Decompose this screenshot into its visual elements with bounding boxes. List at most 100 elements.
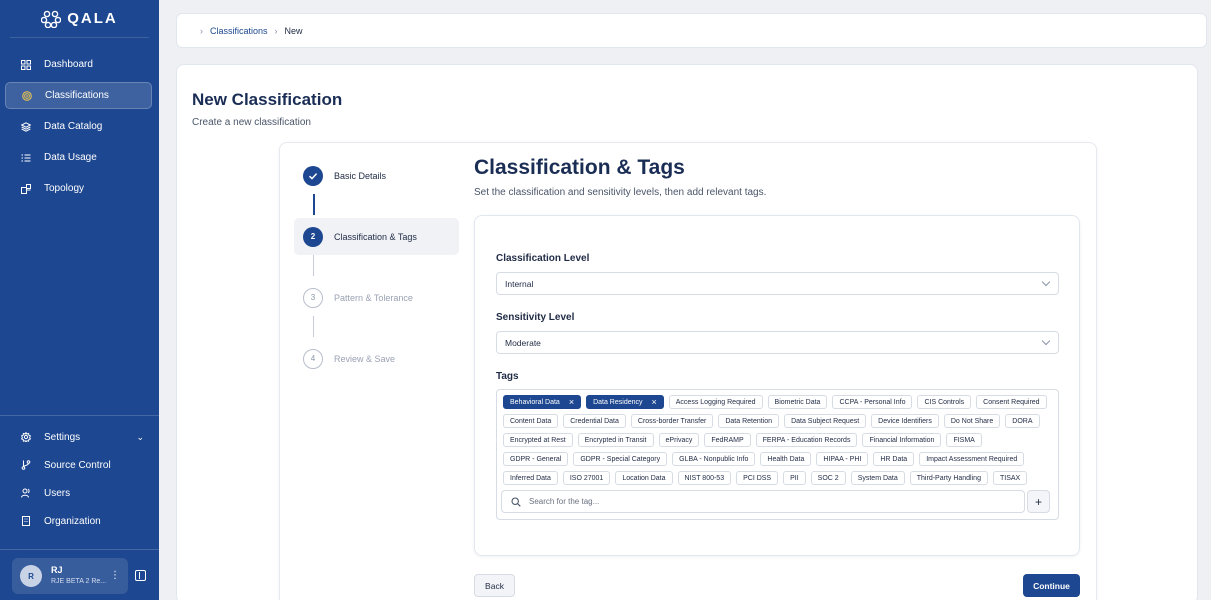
branch-icon	[21, 460, 31, 470]
sidebar-item-data-catalog[interactable]: Data Catalog	[5, 113, 152, 140]
breadcrumb-current: New	[284, 25, 303, 36]
user-org: RJE BETA 2 Re...	[51, 578, 107, 585]
tag-option-chip[interactable]: Encrypted in Transit	[577, 433, 654, 447]
tag-option-chip[interactable]: PII	[783, 471, 806, 485]
search-placeholder: Search for the tag...	[529, 497, 600, 506]
qala-logo-icon	[41, 10, 62, 28]
user-info: RJ RJE BETA 2 Re...	[51, 565, 106, 587]
step-classification-tags[interactable]: 2 Classification & Tags	[294, 218, 459, 255]
tag-option-chip[interactable]: Data Subject Request	[784, 414, 867, 428]
sidebar-item-label: Settings	[44, 431, 81, 443]
user-name: RJ	[51, 565, 63, 575]
tag-option-chip[interactable]: TISAX	[992, 471, 1028, 485]
selected-tag-chip[interactable]: Behavioral Data ×	[503, 395, 582, 409]
classification-level-label: Classification Level	[496, 253, 590, 264]
sidebar-item-label: Users	[44, 487, 71, 499]
selected-tag-chip[interactable]: Data Residency ×	[586, 395, 664, 409]
sensitivity-level-select[interactable]: Moderate	[496, 331, 1059, 354]
sidebar-item-settings[interactable]: Settings ⌄	[0, 423, 159, 451]
tag-option-chip[interactable]: GDPR - Special Category	[573, 452, 668, 466]
step-label: Review & Save	[334, 353, 396, 364]
tag-option-chip[interactable]: Content Data	[503, 414, 559, 428]
tag-option-chip[interactable]: GLBA - Nonpublic Info	[672, 452, 756, 466]
chevron-right-icon: ›	[274, 25, 278, 36]
tag-option-chip[interactable]: ePrivacy	[658, 433, 700, 447]
step-number: 4	[303, 348, 323, 369]
tag-option-chip[interactable]: System Data	[850, 471, 905, 485]
user-card[interactable]: R RJ RJE BETA 2 Re... ⋮	[12, 558, 128, 594]
tag-option-chip[interactable]: Cross-border Transfer	[630, 414, 714, 428]
sidebar-item-label: Data Catalog	[44, 121, 103, 132]
layers-icon	[21, 121, 31, 132]
select-value: Internal	[505, 278, 534, 289]
tag-search-input[interactable]: Search for the tag...	[501, 490, 1025, 513]
tag-option-chip[interactable]: HIPAA - PHI	[816, 452, 869, 466]
chevron-down-icon	[1041, 277, 1051, 287]
tag-option-chip[interactable]: Do Not Share	[943, 414, 1001, 428]
tag-option-chip[interactable]: Data Retention	[718, 414, 780, 428]
add-tag-button[interactable]: +	[1027, 490, 1050, 513]
main-content: New Classification Create a new classifi…	[176, 64, 1198, 600]
form-title: Classification & Tags	[474, 156, 685, 179]
target-icon	[22, 90, 32, 101]
back-button[interactable]: Back	[474, 574, 515, 597]
sidebar-item-dashboard[interactable]: Dashboard	[5, 51, 152, 78]
chevron-right-icon: ›	[200, 25, 203, 36]
classification-level-select[interactable]: Internal	[496, 272, 1059, 295]
breadcrumb-link-classifications[interactable]: Classifications	[210, 26, 268, 36]
more-vertical-icon[interactable]: ⋮	[110, 570, 120, 581]
tag-option-chip[interactable]: Impact Assessment Required	[919, 452, 1025, 466]
tag-option-chip[interactable]: GDPR - General	[503, 452, 569, 466]
sidebar-item-topology[interactable]: Topology	[5, 175, 152, 202]
sidebar-item-label: Topology	[44, 183, 85, 194]
step-connector	[313, 255, 314, 276]
continue-button[interactable]: Continue	[1023, 574, 1080, 597]
step-basic-details[interactable]: Basic Details	[294, 157, 459, 194]
sensitivity-level-label: Sensitivity Level	[496, 312, 575, 323]
tag-option-chip[interactable]: Biometric Data	[767, 395, 828, 409]
tag-option-chip[interactable]: Location Data	[615, 471, 673, 485]
tag-option-chip[interactable]: Third-Party Handling	[909, 471, 988, 485]
step-label: Basic Details	[334, 170, 387, 181]
form-card: Classification Level Internal Sensitivit…	[474, 215, 1080, 556]
tag-option-chip[interactable]: DORA	[1005, 414, 1040, 428]
sidebar-item-label: Classifications	[45, 90, 109, 101]
step-review-save[interactable]: 4 Review & Save	[294, 340, 459, 377]
sidebar-item-data-usage[interactable]: Data Usage	[5, 144, 152, 171]
tag-option-chip[interactable]: Access Logging Required	[668, 395, 763, 409]
tag-option-chip[interactable]: Financial Information	[862, 433, 942, 447]
tag-option-chip[interactable]: FedRAMP	[704, 433, 751, 447]
tag-option-chip[interactable]: CCPA - Personal Info	[832, 395, 913, 409]
tag-option-chip[interactable]: Inferred Data	[503, 471, 558, 485]
tag-option-chip[interactable]: PCI DSS	[736, 471, 779, 485]
tag-option-chip[interactable]: Encrypted at Rest	[503, 433, 573, 447]
tag-option-chip[interactable]: Consent Required	[976, 395, 1047, 409]
app-logo[interactable]: QALA	[10, 0, 149, 38]
sidebar-bottom-nav: Settings ⌄ Source Control Users Organiza…	[0, 415, 159, 535]
tag-option-chip[interactable]: HR Data	[873, 452, 915, 466]
breadcrumb: › Classifications › New	[176, 13, 1207, 48]
tag-option-chip[interactable]: NIST 800-53	[677, 471, 732, 485]
tag-option-chip[interactable]: CIS Controls	[917, 395, 972, 409]
tag-option-chip[interactable]: Device Identifiers	[871, 414, 939, 428]
step-pattern-tolerance[interactable]: 3 Pattern & Tolerance	[294, 279, 459, 316]
tag-label: Behavioral Data	[510, 398, 560, 406]
sidebar-item-source-control[interactable]: Source Control	[0, 451, 159, 479]
step-label: Classification & Tags	[334, 231, 417, 242]
page-title: New Classification	[192, 90, 343, 109]
tag-option-chip[interactable]: Health Data	[760, 452, 812, 466]
remove-tag-icon[interactable]: ×	[652, 397, 657, 407]
remove-tag-icon[interactable]: ×	[569, 397, 574, 407]
tag-option-chip[interactable]: ISO 27001	[562, 471, 611, 485]
avatar: R	[20, 565, 42, 587]
tag-option-chip[interactable]: SOC 2	[810, 471, 846, 485]
tag-option-chip[interactable]: Credential Data	[563, 414, 626, 428]
sidebar-item-users[interactable]: Users	[0, 479, 159, 507]
collapse-sidebar-icon[interactable]	[135, 570, 146, 581]
tag-option-chip[interactable]: FERPA - Education Records	[755, 433, 858, 447]
tag-option-chip[interactable]: FISMA	[946, 433, 982, 447]
sidebar-item-classifications[interactable]: Classifications	[5, 82, 152, 109]
sidebar-item-organization[interactable]: Organization	[0, 507, 159, 535]
chevron-down-icon: ⌄	[136, 431, 144, 442]
sidebar-item-label: Data Usage	[44, 152, 97, 163]
